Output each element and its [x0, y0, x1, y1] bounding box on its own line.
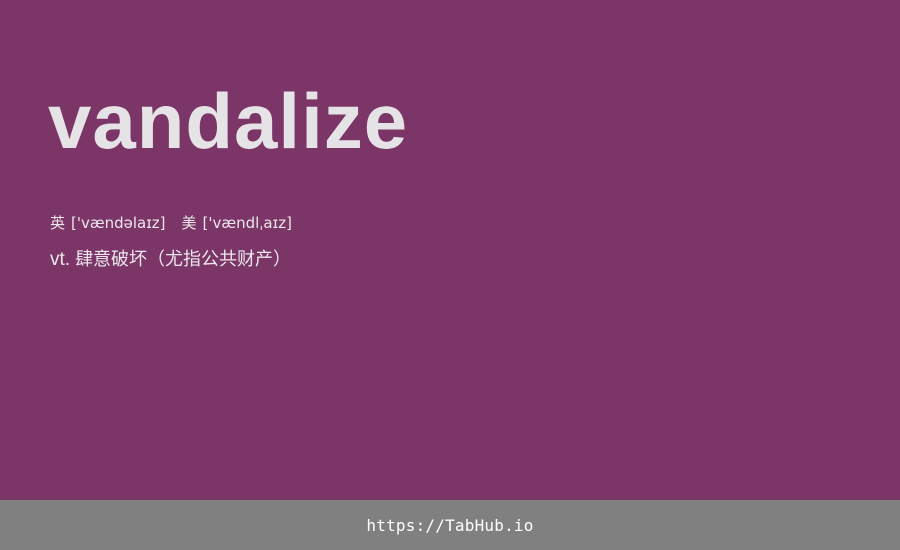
phonetic-us: 美 ['vændlˌaɪz] [182, 212, 292, 234]
phonetics-row: 英 ['vændəlaɪz] 美 ['vændlˌaɪz] [50, 212, 292, 234]
headword: vandalize [48, 77, 409, 165]
footer-bar: https://TabHub.io [0, 500, 900, 550]
phonetic-uk-ipa: ['vændəlaɪz] [71, 214, 166, 232]
phonetic-us-label: 美 [181, 214, 197, 232]
phonetic-uk: 英 ['vændəlaɪz] [50, 212, 166, 234]
tabhub-link[interactable]: https://TabHub.io [366, 516, 533, 535]
part-of-speech: vt. [50, 249, 71, 270]
definition-row: vt. 肆意破坏（尤指公共财产） [50, 247, 291, 273]
word-card: vandalize 英 ['vændəlaɪz] 美 ['vændlˌaɪz] … [0, 0, 900, 500]
definition-text: 肆意破坏（尤指公共财产） [75, 249, 292, 270]
phonetic-us-ipa: ['vændlˌaɪz] [202, 214, 292, 232]
phonetic-uk-label: 英 [50, 214, 66, 232]
